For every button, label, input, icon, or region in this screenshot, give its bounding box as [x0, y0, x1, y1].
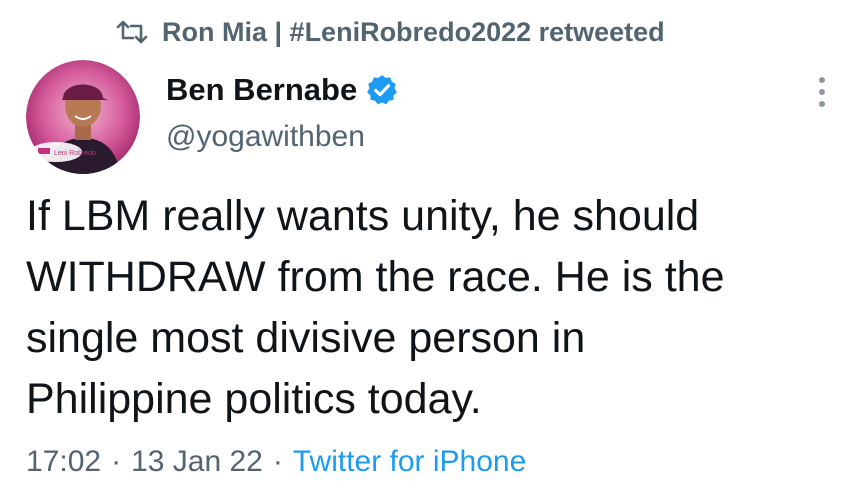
more-dot-icon [819, 101, 825, 107]
author-name-row[interactable]: Ben Bernabe [166, 70, 399, 110]
meta-separator: · [111, 445, 122, 478]
tweet-date[interactable]: 13 Jan 22 [131, 445, 263, 479]
retweet-icon [116, 20, 148, 44]
display-name[interactable]: Ben Bernabe [166, 72, 357, 108]
retweet-label[interactable]: Ron Mia | #LeniRobredo2022 retweeted [162, 17, 665, 48]
retweet-context[interactable]: Ron Mia | #LeniRobredo2022 retweeted [116, 12, 665, 52]
avatar-badge-text: Leni Robredo [54, 150, 96, 157]
meta-separator: · [272, 445, 283, 478]
verified-badge-icon [367, 75, 398, 105]
tweet-time[interactable]: 17:02 [26, 445, 101, 479]
more-options-button[interactable] [808, 74, 836, 110]
avatar[interactable]: Leni Robredo [26, 60, 140, 174]
tweet-text: If LBM really wants unity, he should WIT… [26, 192, 725, 423]
more-dot-icon [819, 89, 825, 95]
tweet-source-link[interactable]: Twitter for iPhone [293, 445, 526, 479]
more-dot-icon [819, 77, 825, 83]
author-handle[interactable]: @yogawithben [166, 120, 365, 154]
tweet-meta: 17:02 · 13 Jan 22 · Twitter for iPhone [26, 442, 526, 482]
